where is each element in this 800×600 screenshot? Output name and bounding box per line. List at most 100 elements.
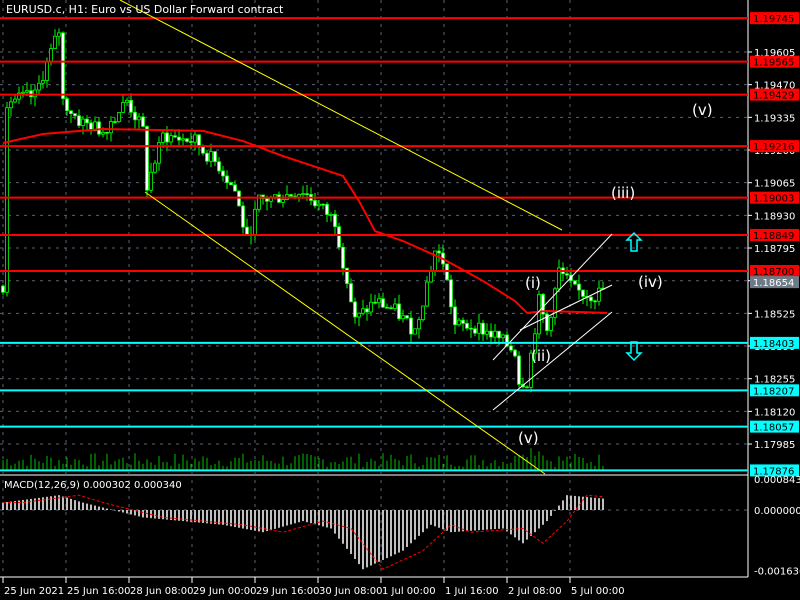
price-tick-label: 1.18525: [754, 309, 795, 320]
candle-body: [281, 199, 285, 203]
candle-body: [133, 111, 137, 121]
candle-body: [509, 345, 513, 351]
candle-body: [369, 301, 373, 313]
candle-body: [325, 203, 329, 215]
candle-body: [129, 99, 133, 113]
support-price-label: 1.18403: [753, 339, 794, 350]
candle-body: [57, 32, 61, 37]
time-tick-label: 2 Jul 08:00: [508, 586, 562, 597]
candle-body: [549, 316, 553, 331]
candle-body: [513, 349, 517, 357]
candle-body: [589, 296, 593, 302]
wave-label: (i): [525, 274, 541, 292]
candle-body: [497, 330, 501, 339]
candle-body: [97, 121, 101, 135]
candle-body: [53, 35, 57, 49]
candle-body: [117, 112, 121, 123]
candle-body: [69, 110, 73, 115]
current-price-label: 1.18654: [753, 278, 794, 289]
candle-body: [305, 193, 309, 196]
candle-body: [153, 162, 157, 173]
candle-body: [349, 283, 353, 303]
wave-label: (v): [692, 101, 713, 119]
candle-body: [189, 141, 193, 143]
channel-line-upper: [492, 233, 613, 361]
time-tick-label: 1 Jul 00:00: [382, 586, 436, 597]
candle-body: [229, 182, 233, 186]
candle-body: [65, 98, 69, 112]
candle-body: [413, 328, 417, 335]
candle-body: [45, 60, 49, 81]
time-tick-label: 29 Jun 00:00: [193, 586, 257, 597]
candle-body: [289, 194, 293, 197]
candle-body: [85, 118, 89, 124]
candle-body: [37, 82, 41, 91]
candle-body: [361, 308, 365, 314]
price-chart[interactable]: 1.196051.194701.193351.192001.190651.189…: [0, 0, 800, 600]
candle-body: [77, 115, 81, 126]
candle-body: [501, 334, 505, 339]
chart-title: EURUSD.c, H1: Euro vs US Dollar Forward …: [6, 3, 284, 16]
candle-body: [565, 273, 569, 276]
candle-body: [245, 226, 249, 235]
candle-body: [209, 151, 213, 162]
candle-body: [137, 116, 141, 121]
moving-average-line: [2, 127, 608, 314]
candle-body: [121, 102, 125, 113]
resistance-price-label: 1.19565: [753, 58, 794, 69]
candle-body: [21, 91, 25, 94]
candle-body: [517, 355, 521, 385]
candle-body: [321, 203, 325, 206]
candle-body: [409, 317, 413, 335]
price-tick-label: 1.19335: [754, 113, 795, 124]
macd-signal-line: [3, 494, 604, 570]
candle-body: [489, 330, 493, 338]
candle-body: [417, 319, 421, 330]
candle-body: [397, 303, 401, 320]
candle-body: [357, 312, 361, 318]
candle-body: [365, 308, 369, 313]
macd-tick-label: -0.001636: [754, 567, 800, 578]
candle-body: [573, 280, 577, 285]
candle-body: [197, 134, 201, 148]
time-tick-label: 30 Jun 08:00: [319, 586, 383, 597]
resistance-price-label: 1.19003: [753, 194, 794, 205]
wave-label: (ii): [531, 347, 551, 365]
candle-body: [225, 175, 229, 183]
candle-body: [61, 32, 65, 99]
candle-body: [421, 305, 425, 321]
candle-body: [1, 285, 5, 293]
candle-body: [381, 298, 385, 308]
candle-body: [465, 323, 469, 329]
price-tick-label: 1.17985: [754, 440, 795, 451]
candle-body: [265, 198, 269, 202]
candle-body: [301, 193, 305, 196]
price-tick-label: 1.18930: [754, 211, 795, 222]
wave-label: (iii): [611, 184, 635, 202]
support-price-label: 1.18207: [753, 386, 794, 397]
candle-body: [105, 131, 109, 134]
candle-body: [233, 184, 237, 192]
candle-body: [329, 213, 333, 216]
time-tick-label: 1 Jul 16:00: [445, 586, 499, 597]
candle-body: [425, 281, 429, 307]
candle-body: [241, 205, 245, 228]
candle-body: [213, 151, 217, 163]
candle-body: [481, 322, 485, 335]
candle-body: [185, 138, 189, 142]
candle-body: [477, 322, 481, 334]
candle-body: [177, 136, 181, 141]
price-tick-label: 1.19065: [754, 179, 795, 190]
candle-body: [493, 330, 497, 338]
candle-body: [485, 330, 489, 335]
candle-body: [173, 135, 177, 138]
wave-label: (v): [518, 429, 539, 447]
macd-tick-label: 0.000000: [754, 506, 800, 517]
candle-body: [473, 328, 477, 334]
candle-body: [193, 134, 197, 143]
candle-body: [33, 89, 37, 98]
resistance-price-label: 1.18849: [753, 231, 794, 242]
candle-body: [145, 126, 149, 191]
candle-body: [205, 152, 209, 162]
candle-body: [221, 170, 225, 177]
